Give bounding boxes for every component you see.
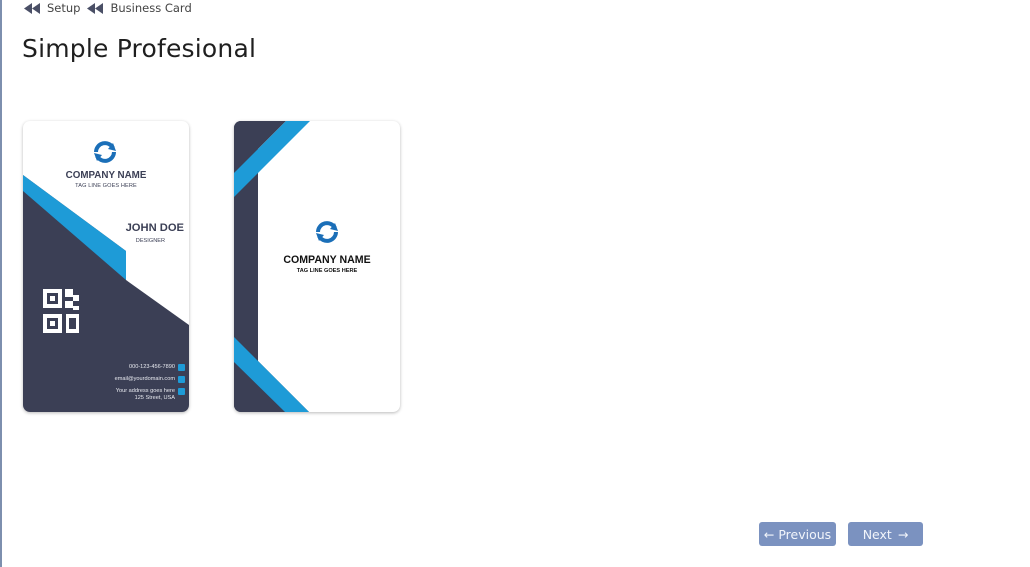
address-line-2: 125 Street, USA xyxy=(134,394,175,401)
business-card-back[interactable]: COMPANY NAME TAG LINE GOES HERE xyxy=(234,121,400,412)
double-left-arrow-icon xyxy=(24,2,40,14)
breadcrumb: Setup Business Card xyxy=(24,0,199,16)
contact-address: Your address goes here 125 Street, USA xyxy=(116,388,185,402)
breadcrumb-label: Business Card xyxy=(110,1,192,15)
phone-icon xyxy=(178,364,185,371)
company-name: COMPANY NAME xyxy=(65,170,147,181)
contact-phone: 000-123-456-7890 xyxy=(129,364,185,371)
email-text: email@yourdomain.com xyxy=(114,376,175,382)
breadcrumb-item-business-card[interactable]: Business Card xyxy=(87,1,192,15)
email-icon xyxy=(178,376,185,383)
next-button[interactable]: Next → xyxy=(848,522,923,546)
person-name: JOHN DOE xyxy=(125,222,184,234)
contact-email: email@yourdomain.com xyxy=(115,376,185,383)
left-border xyxy=(0,0,2,567)
company-tagline: TAG LINE GOES HERE xyxy=(75,183,137,189)
arrow-right-icon: → xyxy=(897,526,909,542)
previous-label: Previous xyxy=(778,526,832,542)
company-tagline: TAG LINE GOES HERE xyxy=(296,268,358,274)
breadcrumb-item-setup[interactable]: Setup xyxy=(24,1,80,15)
location-icon xyxy=(178,388,185,395)
person-title: DESIGNER xyxy=(135,238,165,244)
card-back-background xyxy=(234,121,310,412)
business-card-front[interactable]: COMPANY NAME TAG LINE GOES HERE JOHN DOE… xyxy=(23,121,189,412)
company-logo-icon xyxy=(316,221,338,243)
phone-text: 000-123-456-7890 xyxy=(128,364,175,370)
next-label: Next xyxy=(862,526,892,542)
double-left-arrow-icon xyxy=(87,2,104,14)
qr-code-icon xyxy=(43,289,79,333)
page-title: Simple Profesional xyxy=(22,34,257,63)
company-logo-icon xyxy=(94,141,116,163)
breadcrumb-label: Setup xyxy=(47,1,81,15)
arrow-left-icon: ← xyxy=(763,526,775,542)
previous-button[interactable]: ← Previous xyxy=(759,522,836,546)
address-line-1: Your address goes here xyxy=(115,388,175,394)
company-name: COMPANY NAME xyxy=(283,254,371,266)
